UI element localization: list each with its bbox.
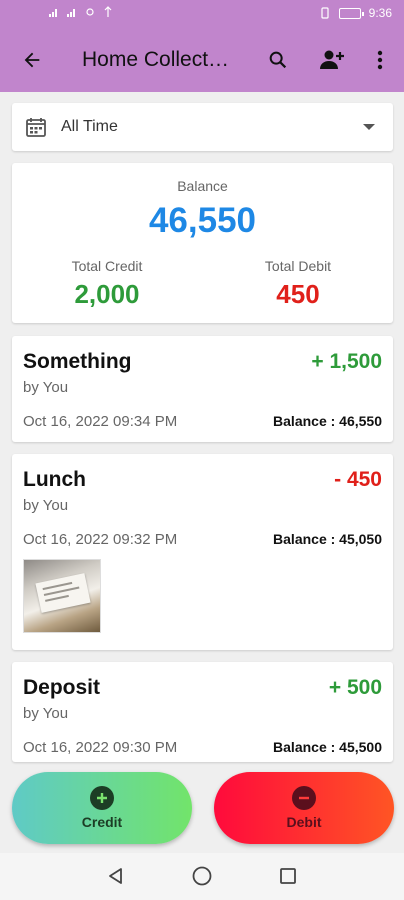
- nav-back-button[interactable]: [105, 865, 127, 887]
- arrow-back-icon: [24, 52, 40, 68]
- battery-icon: [338, 7, 364, 19]
- transaction-date: Oct 16, 2022 09:30 PM: [23, 739, 178, 756]
- total-debit-value: 450: [276, 279, 320, 309]
- transaction-amount: - 450: [334, 468, 382, 491]
- data-speed-icon: [86, 8, 94, 16]
- transaction-amount: + 500: [328, 676, 382, 699]
- transaction-date: Oct 16, 2022 09:34 PM: [23, 413, 178, 430]
- status-icons-left: [48, 6, 114, 18]
- debit-button-label: Debit: [286, 814, 322, 830]
- back-button[interactable]: [14, 46, 50, 74]
- transaction-author: by You: [23, 497, 69, 514]
- add-credit-button[interactable]: Credit: [12, 772, 192, 844]
- receipt-image[interactable]: [23, 559, 101, 633]
- usb-icon: [104, 6, 112, 17]
- transaction-item[interactable]: Deposit by You + 500 Oct 16, 2022 09:30 …: [12, 662, 393, 762]
- filter-label: All Time: [61, 118, 118, 135]
- balance-summary-card: Balance 46,550 Total Credit 2,000 Total …: [12, 163, 393, 323]
- page-title: Home Collect…: [82, 48, 230, 71]
- total-debit-label: Total Debit: [264, 258, 332, 274]
- more-options-button[interactable]: [364, 44, 396, 76]
- transaction-author: by You: [23, 379, 69, 396]
- add-member-button[interactable]: [316, 44, 348, 76]
- add-circle-icon: [90, 786, 114, 810]
- nav-home-button[interactable]: [191, 865, 213, 887]
- person-add-icon: [320, 50, 344, 69]
- total-credit-label: Total Credit: [71, 258, 143, 274]
- app-bar: Home Collect…: [0, 28, 404, 92]
- status-icons-right: 9:36: [319, 6, 392, 20]
- search-icon: [269, 51, 287, 69]
- transaction-item[interactable]: Lunch by You - 450 Oct 16, 2022 09:32 PM…: [12, 454, 393, 650]
- nav-recents-button[interactable]: [277, 865, 299, 887]
- total-debit: Total Debit 450: [203, 258, 393, 310]
- balance-value: 46,550: [148, 201, 257, 240]
- nav-back-icon: [109, 868, 122, 884]
- receipt-paper: [35, 573, 91, 613]
- nav-home-icon: [192, 866, 212, 886]
- more-vert-icon: [377, 50, 383, 70]
- signal-icon: [67, 9, 75, 17]
- transaction-name: Something: [23, 350, 132, 373]
- transaction-balance: Balance : 45,050: [273, 531, 382, 547]
- nav-recents-icon: [280, 868, 296, 884]
- date-filter-dropdown[interactable]: All Time: [12, 103, 393, 151]
- vibrate-icon: [321, 7, 329, 19]
- dropdown-arrow-icon: [363, 124, 375, 130]
- status-time: 9:36: [368, 6, 392, 20]
- balance-label: Balance: [177, 178, 228, 194]
- transaction-name: Deposit: [23, 676, 101, 699]
- total-credit: Total Credit 2,000: [12, 258, 202, 310]
- transaction-amount: + 1,500: [311, 350, 382, 373]
- search-button[interactable]: [262, 44, 294, 76]
- add-debit-button[interactable]: Debit: [214, 772, 394, 844]
- transaction-balance: Balance : 46,550: [273, 413, 382, 429]
- transaction-author: by You: [23, 705, 69, 722]
- credit-button-label: Credit: [81, 814, 123, 830]
- system-navigation-bar: [0, 853, 404, 900]
- total-credit-value: 2,000: [74, 279, 140, 309]
- transaction-balance: Balance : 45,500: [273, 739, 382, 755]
- calendar-icon: [26, 118, 46, 137]
- transaction-date: Oct 16, 2022 09:32 PM: [23, 531, 178, 548]
- status-bar: 9:36: [0, 0, 404, 28]
- remove-circle-icon: [292, 786, 316, 810]
- signal-icon: [49, 9, 57, 17]
- transaction-name: Lunch: [23, 468, 86, 491]
- transaction-item[interactable]: Something by You + 1,500 Oct 16, 2022 09…: [12, 336, 393, 442]
- receipt-line: [45, 594, 69, 602]
